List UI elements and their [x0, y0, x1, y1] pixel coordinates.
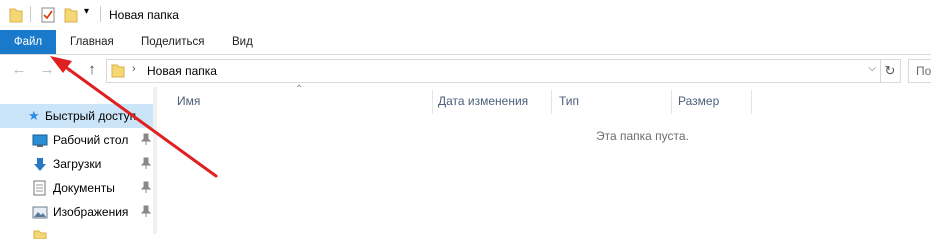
search-input[interactable]: По: [908, 59, 931, 83]
address-path[interactable]: Новая папка: [147, 64, 217, 78]
new-folder-icon[interactable]: [64, 7, 78, 26]
pin-icon[interactable]: [140, 133, 152, 145]
empty-folder-message: Эта папка пуста.: [596, 129, 689, 143]
column-divider[interactable]: [432, 90, 433, 114]
file-list-header: ⌃ Имя Дата изменения Тип Размер: [157, 84, 931, 117]
tab-view[interactable]: Вид: [232, 30, 253, 54]
refresh-button[interactable]: ↻: [880, 59, 901, 83]
tab-share[interactable]: Поделиться: [141, 30, 205, 54]
address-row: ← → ▾ ↑ › Новая папка ⌵ ↻ По: [0, 55, 931, 87]
nav-item-label: Быстрый доступ: [45, 109, 137, 123]
column-divider[interactable]: [671, 90, 672, 114]
nav-item-desktop[interactable]: Рабочий стол: [0, 128, 153, 152]
ribbon-tabs: Файл Главная Поделиться Вид: [0, 30, 931, 55]
desktop-icon: [32, 134, 48, 151]
pin-icon[interactable]: [140, 157, 152, 169]
forward-icon[interactable]: →: [39, 62, 55, 78]
recent-locations-icon[interactable]: ▾: [61, 62, 77, 78]
chevron-down-icon[interactable]: ⌵: [868, 63, 876, 74]
pin-icon[interactable]: [140, 205, 152, 217]
properties-icon[interactable]: [41, 7, 55, 26]
nav-item-label: Загрузки: [53, 157, 102, 171]
tab-home[interactable]: Главная: [70, 30, 114, 54]
folder-icon: [9, 7, 23, 26]
breadcrumb-chevron-icon[interactable]: ›: [132, 63, 136, 75]
nav-item-label: Изображения: [53, 205, 129, 219]
refresh-icon: ↻: [884, 63, 896, 78]
column-date-modified[interactable]: Дата изменения: [438, 94, 528, 108]
pin-icon[interactable]: [140, 181, 152, 193]
nav-item-images[interactable]: Изображения: [0, 200, 153, 224]
nav-item-partial[interactable]: [0, 224, 153, 248]
nav-item-downloads[interactable]: Загрузки: [0, 152, 153, 176]
column-size[interactable]: Размер: [678, 94, 719, 108]
sort-ascending-icon: ⌃: [295, 84, 304, 95]
nav-item-label: Документы: [53, 181, 115, 195]
column-divider[interactable]: [551, 90, 552, 114]
images-icon: [32, 206, 48, 222]
up-icon[interactable]: ↑: [84, 62, 100, 78]
tab-file[interactable]: Файл: [0, 30, 56, 54]
star-icon: ★: [28, 108, 40, 123]
back-icon[interactable]: ←: [11, 62, 27, 78]
toolbar-divider: [30, 6, 31, 22]
nav-item-quick-access[interactable]: ★ Быстрый доступ: [0, 104, 153, 128]
folder-icon: [111, 63, 125, 81]
search-placeholder: По: [916, 64, 931, 78]
column-name[interactable]: Имя: [177, 94, 200, 108]
navigation-pane: ★ Быстрый доступ Рабочий стол Загрузки Д…: [0, 87, 157, 240]
nav-item-label: Рабочий стол: [53, 133, 129, 147]
window-title: Новая папка: [109, 8, 179, 22]
documents-icon: [33, 180, 46, 199]
download-icon: [33, 157, 47, 175]
column-type[interactable]: Тип: [559, 94, 579, 108]
nav-item-documents[interactable]: Документы: [0, 176, 153, 200]
address-bar[interactable]: › Новая папка ⌵: [106, 59, 881, 83]
column-divider[interactable]: [751, 90, 752, 114]
title-divider: [100, 6, 101, 22]
customize-toolbar-icon[interactable]: ▾: [84, 6, 89, 17]
title-bar: ▾ Новая папка: [0, 0, 931, 30]
